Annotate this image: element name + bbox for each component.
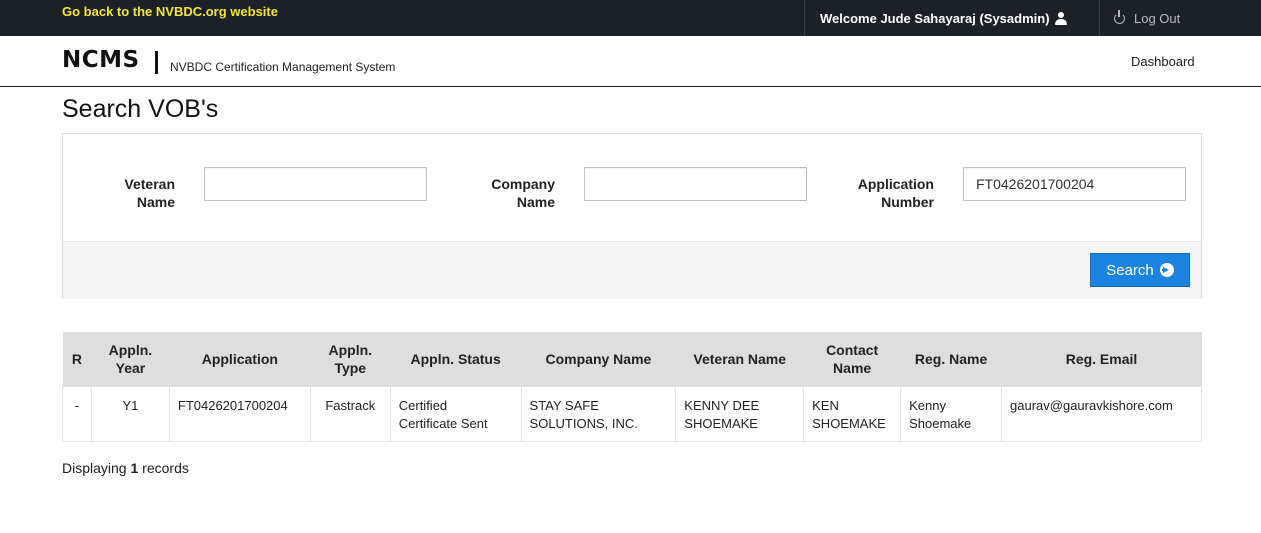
user-icon — [1054, 11, 1067, 25]
veteran-name-label-line2: Name — [136, 194, 175, 210]
search-panel: Veteran Name Company Name Application Nu… — [62, 133, 1202, 299]
records-suffix: records — [142, 460, 189, 476]
col-header-contact-name[interactable]: Contact Name — [803, 332, 901, 386]
company-name-input[interactable] — [584, 167, 807, 201]
col-header-r[interactable]: R — [62, 332, 92, 386]
logout-link[interactable]: Log Out — [1114, 0, 1180, 36]
search-button-label: Search — [1106, 261, 1154, 279]
col-header-application-text: Application — [201, 350, 278, 367]
brand-logo[interactable]: NCMS — [62, 47, 140, 73]
cell-company-line2: SOLUTIONS, INC. — [529, 415, 638, 431]
search-panel-footer: Search — [63, 241, 1201, 299]
welcome-user-menu[interactable]: Welcome Jude Sahayaraj (Sysadmin) — [804, 0, 1100, 36]
col-header-appln-type-line1: Appln. — [328, 341, 373, 358]
col-header-application[interactable]: Application — [169, 332, 311, 386]
search-button[interactable]: Search — [1090, 253, 1190, 287]
company-name-label-line2: Name — [516, 194, 555, 210]
col-header-veteran-name-text: Veteran Name — [693, 350, 787, 367]
logout-label: Log Out — [1134, 10, 1181, 26]
application-number-label: Application Number — [833, 175, 934, 211]
cell-veteran: KENNY DEE SHOEMAKE — [675, 385, 805, 442]
col-header-reg-name-text: Reg. Name — [914, 350, 988, 367]
col-header-reg-email[interactable]: Reg. Email — [1001, 332, 1202, 386]
col-header-appln-year[interactable]: Appln. Year — [91, 332, 170, 386]
cell-status-line2: Certificate Sent — [398, 415, 488, 431]
col-header-r-text: R — [71, 350, 83, 367]
cell-status: Certified Certificate Sent — [389, 385, 522, 442]
cell-type: Fastrack — [309, 385, 391, 442]
cell-contact-line1: KEN — [812, 397, 839, 413]
veteran-name-input[interactable] — [204, 167, 427, 201]
col-header-contact-name-line1: Contact — [826, 341, 879, 358]
col-header-company-name[interactable]: Company Name — [521, 332, 676, 386]
results-table: R Appln. Year Application Appln. Type Appl… — [62, 332, 1202, 442]
company-name-label: Company Name — [473, 175, 555, 211]
col-header-reg-name[interactable]: Reg. Name — [900, 332, 1002, 386]
col-header-appln-status-text: Appln. Status — [410, 350, 501, 367]
brand-subtitle: NVBDC Certification Management System — [170, 60, 396, 74]
cell-company-line1: STAY SAFE — [529, 397, 599, 413]
top-bar: Go back to the NVBDC.org website Welcome… — [0, 0, 1261, 36]
application-number-label-line1: Application — [857, 176, 934, 192]
cell-contact: KEN SHOEMAKE — [803, 385, 902, 442]
cell-r: - — [62, 385, 92, 442]
col-header-reg-email-text: Reg. Email — [1065, 350, 1138, 367]
veteran-name-label-line1: Veteran — [124, 176, 175, 192]
page-title: Search VOB's — [62, 95, 219, 123]
application-number-label-line2: Number — [881, 194, 934, 210]
col-header-veteran-name[interactable]: Veteran Name — [675, 332, 804, 386]
col-header-contact-name-line2: Name — [833, 359, 872, 376]
cell-veteran-line1: KENNY DEE — [684, 397, 760, 413]
power-icon — [1114, 9, 1125, 24]
records-prefix: Displaying — [62, 460, 127, 476]
arrow-circle-right-icon — [1159, 263, 1174, 277]
cell-reg-name-line1: Kenny — [909, 397, 946, 413]
cell-contact-line2: SHOEMAKE — [812, 415, 886, 431]
col-header-appln-year-line1: Appln. — [108, 341, 153, 358]
col-header-appln-year-line2: Year — [115, 359, 146, 376]
col-header-appln-type[interactable]: Appln. Type — [310, 332, 391, 386]
cell-application[interactable]: FT0426201700204 — [168, 385, 311, 442]
back-to-nvbdc-link[interactable]: Go back to the NVBDC.org website — [62, 4, 278, 19]
cell-reg-email: gaurav@gauravkishore.com — [1001, 385, 1202, 442]
cell-status-line1: Certified — [398, 397, 448, 413]
col-header-appln-type-line2: Type — [334, 359, 367, 376]
nav-dashboard-link[interactable]: Dashboard — [1131, 54, 1195, 69]
brand-separator — [155, 51, 158, 74]
col-header-appln-status[interactable]: Appln. Status — [390, 332, 522, 386]
table-row[interactable]: - Y1 FT0426201700204 Fastrack Certified C… — [62, 385, 1202, 442]
cell-year: Y1 — [90, 385, 170, 442]
cell-veteran-line2: SHOEMAKE — [684, 415, 758, 431]
veteran-name-label: Veteran Name — [103, 175, 175, 211]
cell-reg-name-line2: Shoemake — [909, 415, 972, 431]
cell-reg-name: Kenny Shoemake — [900, 385, 1003, 442]
app-header: NCMS NVBDC Certification Management Syst… — [0, 36, 1261, 87]
records-number: 1 — [130, 460, 139, 476]
search-fields: Veteran Name Company Name Application Nu… — [63, 134, 1201, 241]
col-header-company-name-text: Company Name — [545, 350, 652, 367]
cell-company: STAY SAFE SOLUTIONS, INC. — [520, 385, 677, 442]
company-name-label-line1: Company — [491, 176, 555, 192]
welcome-text: Welcome Jude Sahayaraj (Sysadmin) — [820, 10, 1050, 26]
table-header-row: R Appln. Year Application Appln. Type Appl… — [62, 332, 1202, 386]
records-count: Displaying 1 records — [62, 460, 189, 476]
application-number-input[interactable] — [963, 167, 1186, 201]
